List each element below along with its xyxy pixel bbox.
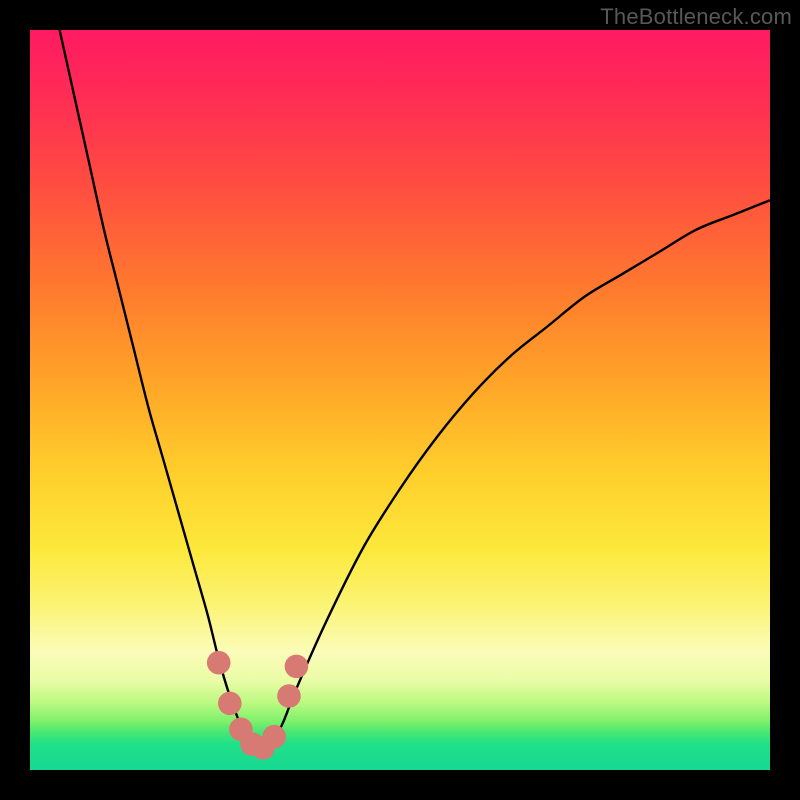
frame: TheBottleneck.com	[0, 0, 800, 800]
curve-markers	[207, 651, 308, 760]
marker-1	[207, 651, 231, 675]
marker-6	[262, 725, 286, 749]
curve-layer	[30, 30, 770, 770]
marker-8	[285, 655, 309, 679]
watermark-text: TheBottleneck.com	[600, 4, 792, 30]
marker-2	[218, 692, 242, 716]
plot-area	[30, 30, 770, 770]
bottleneck-curve	[60, 30, 770, 755]
marker-7	[277, 684, 301, 708]
